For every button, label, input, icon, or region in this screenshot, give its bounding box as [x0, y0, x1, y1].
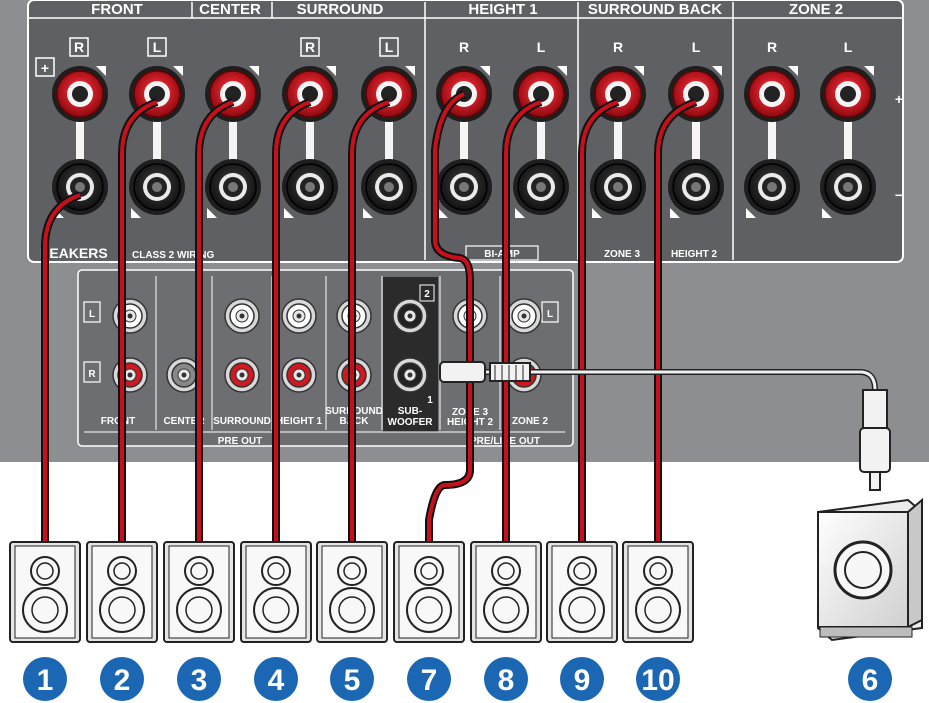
- speaker-number: 5: [344, 664, 361, 697]
- front-l-label: L: [153, 39, 162, 55]
- header-zone2: ZONE 2: [789, 1, 843, 18]
- sub-ch1-label: 1: [427, 395, 433, 406]
- speaker: [163, 541, 235, 643]
- speaker-number: 4: [268, 664, 285, 697]
- speaker-number: 9: [574, 664, 591, 697]
- rca-jack: [392, 357, 428, 393]
- preout-zone2-label: ZONE 2: [512, 416, 549, 427]
- rca-jack: [392, 298, 428, 334]
- speaker: [240, 541, 312, 643]
- speaker-number-badge: 8: [484, 657, 528, 701]
- speaker-number-badge: 10: [636, 657, 680, 701]
- front-r-label: R: [74, 39, 84, 55]
- plus-right-label: +: [895, 91, 903, 107]
- speaker-number-badge: 9: [560, 657, 604, 701]
- subwoofer: [817, 497, 923, 642]
- subwoofer-number: 6: [862, 664, 879, 697]
- speaker: [9, 541, 81, 643]
- surround-back-r-label: R: [613, 39, 623, 55]
- speaker: [393, 541, 465, 643]
- speaker-number-badge: 7: [407, 657, 451, 701]
- zone2-l-label: L: [844, 39, 853, 55]
- speaker: [86, 541, 158, 643]
- wiring-diagram: FRONT CENTER SURROUND HEIGHT 1 SURROUND …: [0, 0, 929, 701]
- header-surround: SURROUND: [297, 1, 384, 18]
- speaker: [546, 541, 618, 643]
- pre-out-label: PRE OUT: [218, 436, 262, 447]
- rca-jack: [224, 357, 260, 393]
- preout-height1-label: HEIGHT 1: [276, 416, 323, 427]
- zone2-r-label: R: [767, 39, 777, 55]
- speaker: [316, 541, 388, 643]
- number-badges: 1 2 3 4 5 7 8 9 10: [23, 657, 680, 701]
- speaker-number: 3: [191, 664, 208, 697]
- rca-jack: [281, 357, 317, 393]
- rca-jack: [224, 298, 260, 334]
- speaker-number-badge: 1: [23, 657, 67, 701]
- header-front: FRONT: [91, 1, 143, 18]
- rca-jack: [506, 298, 542, 334]
- header-surround-back: SURROUND BACK: [588, 1, 722, 18]
- speaker: [622, 541, 694, 643]
- height1-l-label: L: [537, 39, 546, 55]
- preout-surround-label: SURROUND: [213, 416, 271, 427]
- speaker: [470, 541, 542, 643]
- preout-sub-label-2: WOOFER: [388, 417, 434, 428]
- speaker-number: 7: [421, 664, 438, 697]
- minus-right-label: −: [895, 187, 903, 203]
- speaker-number: 1: [37, 664, 54, 697]
- surround-back-l-label: L: [692, 39, 701, 55]
- height2-label: HEIGHT 2: [671, 249, 718, 260]
- header-center: CENTER: [199, 1, 261, 18]
- red-binding-post: [52, 66, 108, 122]
- speaker-row: [9, 541, 694, 643]
- preout-r-label: R: [88, 369, 96, 380]
- speaker-number: 8: [498, 664, 515, 697]
- red-binding-post: [744, 66, 800, 122]
- zone3-label: ZONE 3: [604, 249, 641, 260]
- badge-subwoofer: 6: [848, 657, 892, 701]
- rca-jack: [281, 298, 317, 334]
- preout-sub-label-1: SUB-: [398, 406, 422, 417]
- speaker-number-badge: 3: [177, 657, 221, 701]
- surround-r-label: R: [305, 39, 315, 55]
- height1-r-label: R: [459, 39, 469, 55]
- speaker-number-badge: 2: [100, 657, 144, 701]
- speakers-label: PEAKERS: [40, 245, 108, 261]
- speaker-number: 2: [114, 664, 131, 697]
- surround-l-label: L: [385, 39, 394, 55]
- speaker-number: 10: [641, 664, 674, 697]
- header-height1: HEIGHT 1: [468, 1, 537, 18]
- plus-left-label: +: [41, 60, 49, 76]
- speaker-number-badge: 4: [254, 657, 298, 701]
- zone2-preout-l-label: L: [547, 309, 553, 320]
- preout-l-label: L: [89, 309, 95, 320]
- sub-ch2-label: 2: [424, 289, 430, 300]
- speaker-number-badge: 5: [330, 657, 374, 701]
- red-binding-post: [820, 66, 876, 122]
